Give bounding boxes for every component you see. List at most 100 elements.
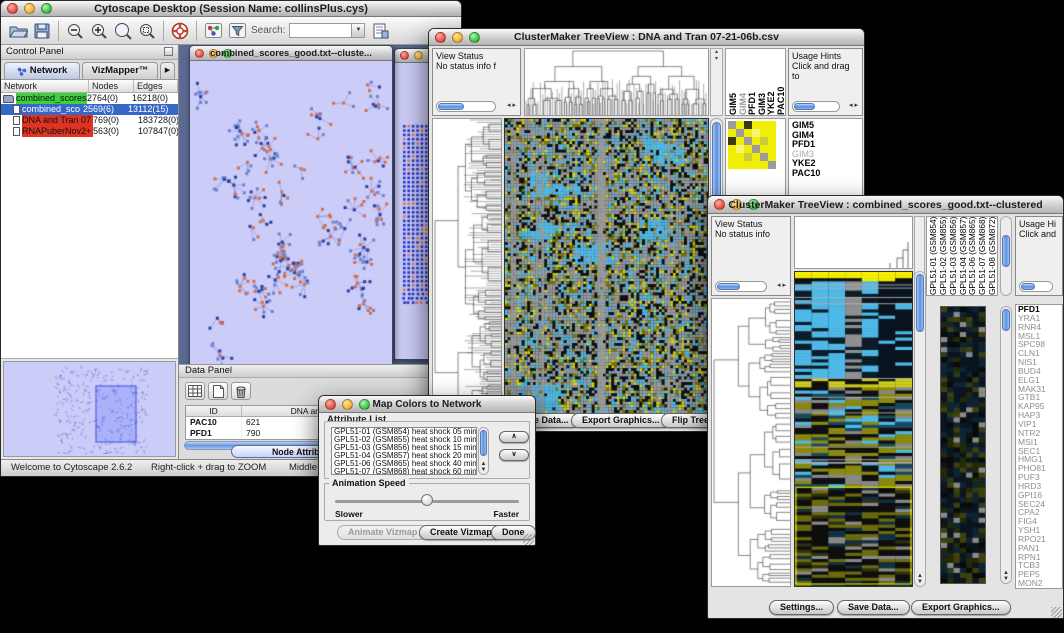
attribute-item[interactable]: GPL51-07 (GSM868) heat shock 60 min [334, 468, 476, 475]
column-label[interactable]: GPL51-07 (GSM868) [977, 217, 987, 295]
attribute-item[interactable]: GPL51-04 (GSM857) heat shock 20 min [334, 452, 476, 460]
scroll-arrows-icon[interactable]: ◂▸ [849, 101, 860, 111]
column-label[interactable]: GPL51-04 (GSM857) [958, 217, 968, 295]
control-panel-title: Control Panel [6, 45, 64, 59]
heatmap-vertical-scrollbar[interactable]: ▲▼ [914, 271, 926, 587]
attribute-select-icon[interactable] [185, 382, 205, 400]
column-label[interactable]: GIM5 [728, 49, 738, 115]
zoom-out-icon[interactable] [63, 20, 87, 42]
filter-icon[interactable] [225, 20, 249, 42]
detail-cell [744, 121, 752, 129]
settings-button[interactable]: Settings... [769, 600, 834, 615]
column-dendrogram[interactable] [524, 48, 709, 116]
column-label[interactable]: PAC10 [776, 49, 786, 115]
move-up-button[interactable]: ∧ [499, 431, 529, 443]
column-label[interactable]: GPL51-06 (GSM865) [967, 217, 977, 295]
detail-cell [728, 145, 736, 153]
network-view-1-canvas[interactable] [190, 61, 392, 364]
slider-thumb[interactable] [421, 494, 433, 506]
column-label[interactable]: GIM3 [757, 49, 767, 115]
scroll-arrows-icon[interactable]: ▲▼ [1001, 570, 1011, 582]
tab-network[interactable]: Network [4, 62, 80, 79]
main-titlebar[interactable]: Cytoscape Desktop (Session Name: collins… [1, 1, 461, 17]
close-button[interactable] [400, 51, 409, 60]
zoom-in-icon[interactable] [87, 20, 111, 42]
global-view-scrollbar[interactable]: ▲▼ [1000, 306, 1012, 584]
help-icon[interactable] [168, 20, 192, 42]
scroll-arrows-icon[interactable]: ◂▸ [777, 281, 788, 291]
export-graphics-button[interactable]: Export Graphics... [911, 600, 1011, 615]
resize-grip[interactable] [1051, 607, 1062, 618]
dendrogram-scroll-strip[interactable]: ▴▾ [710, 48, 723, 116]
zoom-selected-icon[interactable] [135, 20, 159, 42]
attribute-item[interactable]: GPL51-01 (GSM854) heat shock 05 min [334, 428, 476, 436]
zoom-fit-icon[interactable] [111, 20, 135, 42]
resize-grip[interactable] [523, 534, 534, 545]
treeview-combined-titlebar[interactable]: ClusterMaker TreeView : combined_scores_… [708, 196, 1063, 214]
network-view-1-titlebar[interactable]: combined_scores_good.txt--cluste... [190, 46, 392, 61]
global-overview-heatmap[interactable] [940, 306, 986, 584]
column-label[interactable]: GPL51-01 (GSM854) [928, 217, 938, 295]
heatmap-main-view[interactable] [794, 271, 913, 587]
row-label[interactable]: PAC10 [792, 169, 862, 179]
column-label[interactable]: GPL51-03 (GSM856) [948, 217, 958, 295]
more-tabs-arrow-icon[interactable]: ▶ [160, 62, 175, 79]
gene-list: PFD1YRA1RNR4MSL1SPC98CLN1NIS1BUD4ELG1MAK… [1015, 304, 1063, 589]
tab-vizmapper[interactable]: VizMapper™ [82, 62, 158, 79]
status-scrollbar[interactable] [715, 281, 767, 292]
move-down-button[interactable]: ∨ [499, 449, 529, 461]
hints-scrollbar[interactable] [792, 101, 840, 112]
treeview-dna-titlebar[interactable]: ClusterMaker TreeView : DNA and Tran 07-… [429, 29, 864, 46]
network-edges-count: 13112(15) [128, 104, 178, 115]
network-file-icon [13, 116, 20, 125]
row-dendrogram[interactable] [432, 118, 502, 426]
gene-label[interactable]: MON2 [1018, 579, 1062, 588]
minimize-button[interactable] [414, 51, 423, 60]
network-list-item[interactable]: combined_scores2764(0)16218(0) [1, 93, 178, 104]
scroll-arrows-icon[interactable]: ▲▼ [479, 461, 488, 473]
heatmap-main-view[interactable] [504, 118, 709, 426]
network-overview-thumbnail[interactable] [3, 361, 176, 457]
search-input[interactable]: ▼ [289, 23, 365, 38]
attribute-list[interactable]: GPL51-01 (GSM854) heat shock 05 minGPL51… [331, 427, 477, 475]
dialog-titlebar[interactable]: Map Colors to Network [319, 396, 535, 413]
status-scrollbar[interactable] [436, 101, 496, 112]
view-status-title: View Status [436, 51, 517, 61]
attribute-list-scrollbar[interactable]: ▲▼ [478, 427, 489, 475]
column-label[interactable]: YKE2 [766, 49, 776, 115]
export-graphics-button[interactable]: Export Graphics... [571, 413, 671, 428]
row-dendrogram[interactable] [711, 298, 791, 587]
detail-cell [736, 137, 744, 145]
open-session-icon[interactable] [6, 20, 30, 42]
column-label[interactable]: PFD1 [747, 49, 757, 115]
float-panel-icon[interactable] [164, 47, 173, 56]
node-color-mapper-icon[interactable] [201, 20, 225, 42]
column-label[interactable]: GIM4 [738, 49, 748, 115]
network-list-item[interactable]: combined_sco2569(6)13112(15) [1, 104, 178, 115]
save-data-button[interactable]: Save Data... [837, 600, 910, 615]
network-desktop-area: combined_scores_good.txt--cluste... [179, 45, 461, 364]
scroll-arrows-icon[interactable]: ◂▸ [507, 101, 518, 111]
delete-attribute-icon[interactable] [231, 382, 251, 400]
save-session-icon[interactable] [30, 20, 54, 42]
detail-cell [752, 137, 760, 145]
network-name: RNAPuberNov2+ [22, 126, 93, 137]
new-attribute-icon[interactable] [208, 382, 228, 400]
scroll-arrows-icon[interactable]: ▲▼ [915, 573, 925, 585]
hints-scrollbar[interactable] [1019, 281, 1053, 292]
attribute-item[interactable]: GPL51-02 (GSM855) heat shock 10 min [334, 436, 476, 444]
animate-vizmap-button[interactable]: Animate Vizmap [337, 525, 428, 540]
column-dendrogram[interactable] [794, 216, 913, 269]
attribute-item[interactable]: GPL51-06 (GSM865) heat shock 40 min [334, 460, 476, 468]
column-labels-scrollbar[interactable] [1000, 216, 1012, 296]
attribute-item[interactable]: GPL51-03 (GSM856) heat shock 15 min [334, 444, 476, 452]
detail-heatmap[interactable] [728, 121, 776, 169]
attribute-browser-icon[interactable] [369, 20, 393, 42]
column-label[interactable]: GPL51-02 (GSM855) [938, 217, 948, 295]
search-dropdown-arrow-icon[interactable]: ▼ [351, 24, 364, 37]
column-label[interactable]: GPL51-08 (GSM872) [987, 217, 997, 295]
network-list-item[interactable]: RNAPuberNov2+563(0)107847(0) [1, 126, 178, 137]
detail-cell [760, 121, 768, 129]
detail-cell [760, 145, 768, 153]
network-list-item[interactable]: DNA and Tran 07769(0)183728(0) [1, 115, 178, 126]
